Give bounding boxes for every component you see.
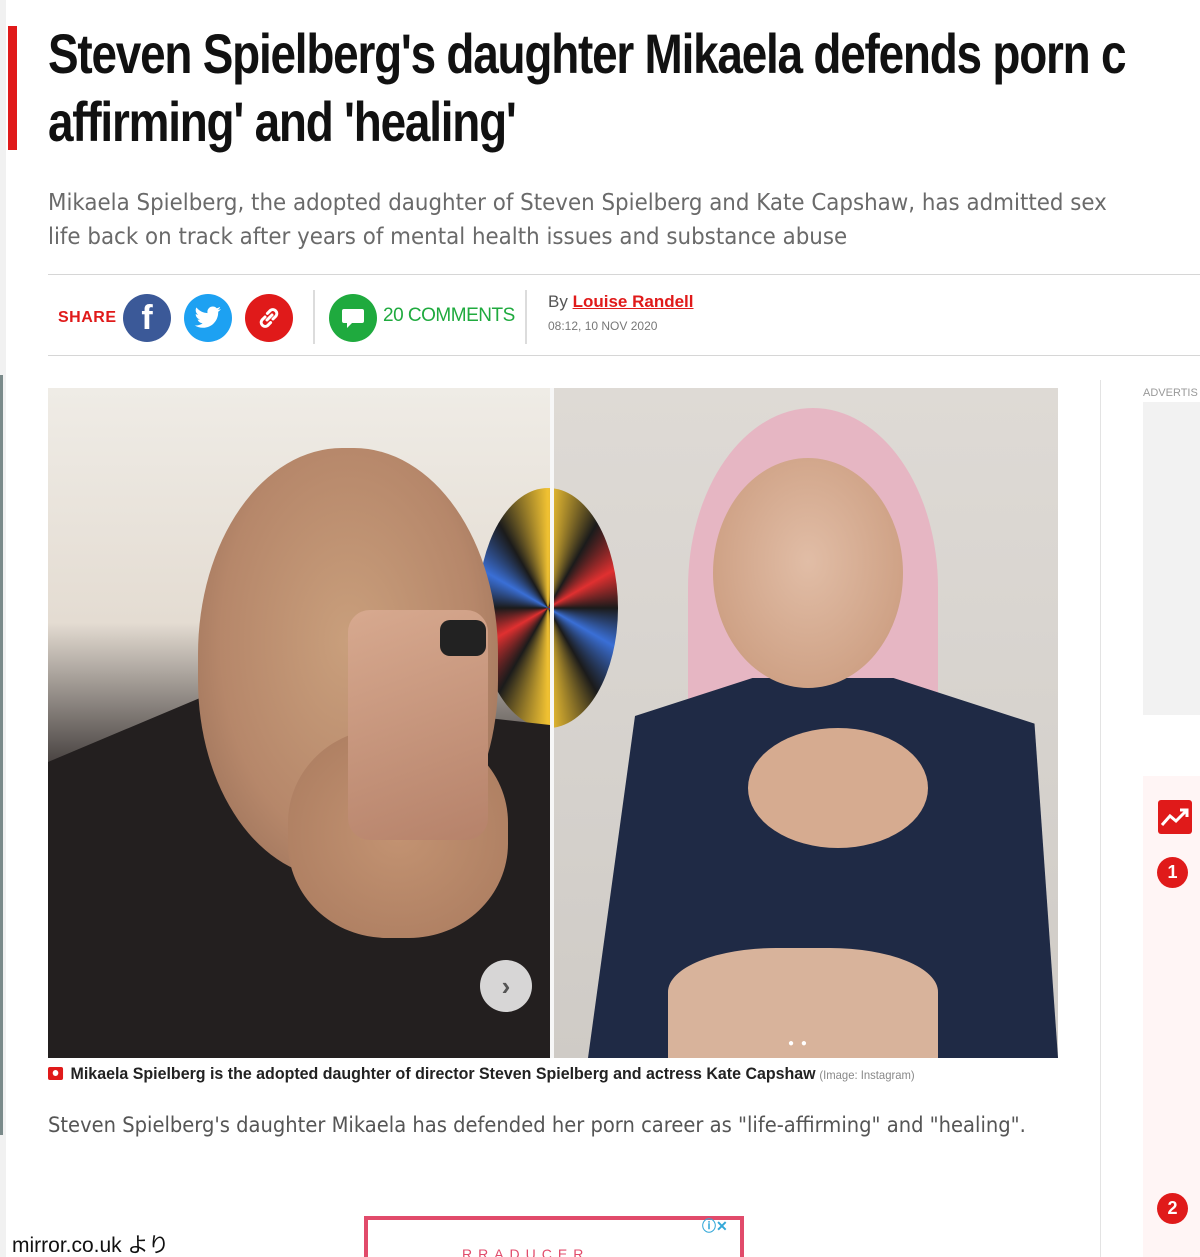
gallery-pagination-dots: ● ● [788, 1038, 809, 1049]
twitter-icon [194, 306, 221, 328]
share-divider [313, 290, 315, 344]
link-icon [259, 308, 279, 328]
facebook-share-button[interactable]: f [123, 294, 171, 342]
copy-link-button[interactable] [245, 294, 293, 342]
caption-credit: (Image: Instagram) [819, 1068, 915, 1082]
trending-rank-2[interactable]: 2 [1157, 1193, 1188, 1224]
facebook-icon: f [141, 298, 153, 337]
page-left-edge-shadow [0, 375, 3, 1135]
inline-advert-brand: RRADUCER [462, 1246, 590, 1257]
sidebar-divider [1100, 380, 1101, 1257]
photo-face-right-shape [713, 458, 903, 688]
publish-timestamp: 08:12, 10 NOV 2020 [548, 319, 658, 333]
byline-divider [525, 290, 527, 344]
headline-line-1: Steven Spielberg's daughter Mikaela defe… [48, 22, 1127, 85]
standfirst-line-1: Mikaela Spielberg, the adopted daughter … [48, 190, 1107, 216]
byline: By Louise Randell [548, 292, 694, 312]
sidebar-advert-label: ADVERTIS [1143, 387, 1198, 399]
share-bar-bottom-rule [48, 355, 1200, 356]
chevron-right-icon: › [501, 970, 511, 1001]
photo-dartboard-shape [478, 488, 618, 728]
sidebar-advert-slot[interactable] [1143, 402, 1200, 715]
author-link[interactable]: Louise Randell [573, 292, 694, 311]
headline-accent-bar [8, 26, 17, 150]
gallery-split-line [550, 388, 554, 1058]
article-headline: Steven Spielberg's daughter Mikaela defe… [48, 20, 1127, 156]
share-label: SHARE [58, 309, 117, 326]
article-photo-gallery[interactable] [48, 388, 1058, 1058]
caption-text: Mikaela Spielberg is the adopted daughte… [70, 1064, 816, 1083]
sidebar-trending-panel [1143, 776, 1200, 1257]
comments-count-link[interactable]: 20 COMMENTS [383, 305, 515, 327]
comments-button[interactable] [329, 294, 377, 342]
photo-phone-camera-shape [440, 620, 486, 656]
share-bar-top-rule [48, 274, 1200, 275]
article-standfirst: Mikaela Spielberg, the adopted daughter … [48, 186, 1145, 254]
camera-icon [48, 1067, 64, 1080]
comment-bubble-icon [342, 309, 364, 328]
trending-chart-icon [1158, 800, 1192, 834]
twitter-share-button[interactable] [184, 294, 232, 342]
advert-close-icon[interactable]: ⓘ✕ [702, 1216, 728, 1236]
standfirst-line-2: life back on track after years of mental… [48, 224, 848, 250]
photo-caption: Mikaela Spielberg is the adopted daughte… [48, 1064, 915, 1084]
byline-prefix: By [548, 292, 568, 311]
source-watermark: mirror.co.uk より [8, 1229, 174, 1257]
headline-line-2: affirming' and 'healing' [48, 90, 517, 153]
trending-rank-1[interactable]: 1 [1157, 857, 1188, 888]
article-body-paragraph: Steven Spielberg's daughter Mikaela has … [48, 1113, 1026, 1137]
photo-skin-shape [748, 728, 928, 848]
gallery-next-button[interactable]: › [480, 960, 532, 1012]
